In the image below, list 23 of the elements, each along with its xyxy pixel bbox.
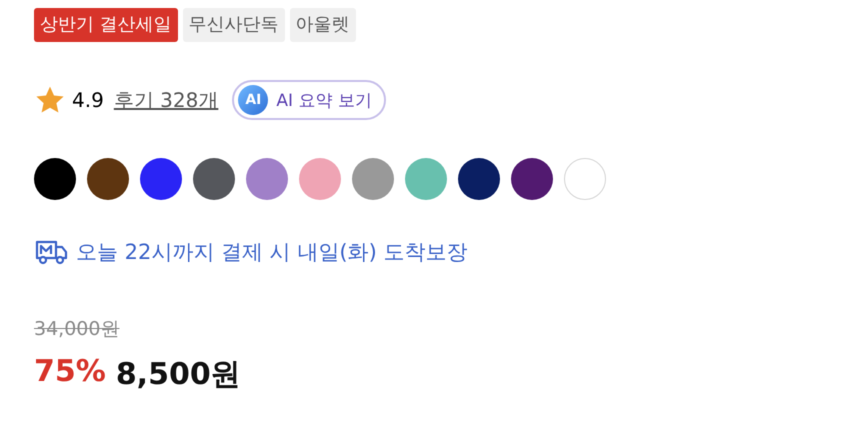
color-swatch[interactable] <box>458 158 500 200</box>
color-swatch[interactable] <box>34 158 76 200</box>
color-swatch[interactable] <box>87 158 129 200</box>
sale-price: 8,500원 <box>116 356 241 394</box>
color-swatch[interactable] <box>246 158 288 200</box>
color-swatch[interactable] <box>299 158 341 200</box>
color-swatch[interactable] <box>405 158 447 200</box>
color-swatch[interactable] <box>140 158 182 200</box>
color-swatch[interactable] <box>564 158 606 200</box>
color-swatch[interactable] <box>511 158 553 200</box>
tag: 무신사단독 <box>182 8 285 42</box>
reviews-link[interactable]: 후기 328개 <box>114 86 218 114</box>
color-swatch[interactable] <box>193 158 235 200</box>
tag: 상반기 결산세일 <box>34 8 178 42</box>
ai-summary-button[interactable]: AI AI 요약 보기 <box>232 80 386 120</box>
tag: 아울렛 <box>290 8 356 42</box>
original-price: 34,000원 <box>34 317 120 342</box>
ai-badge: AI <box>238 85 268 115</box>
color-swatch[interactable] <box>352 158 394 200</box>
rating-score: 4.9 <box>72 88 104 112</box>
discount-rate: 75% <box>34 354 106 391</box>
delivery-text: 오늘 22시까지 결제 시 내일(화) 도착보장 <box>76 239 468 266</box>
truck-icon <box>34 238 68 266</box>
